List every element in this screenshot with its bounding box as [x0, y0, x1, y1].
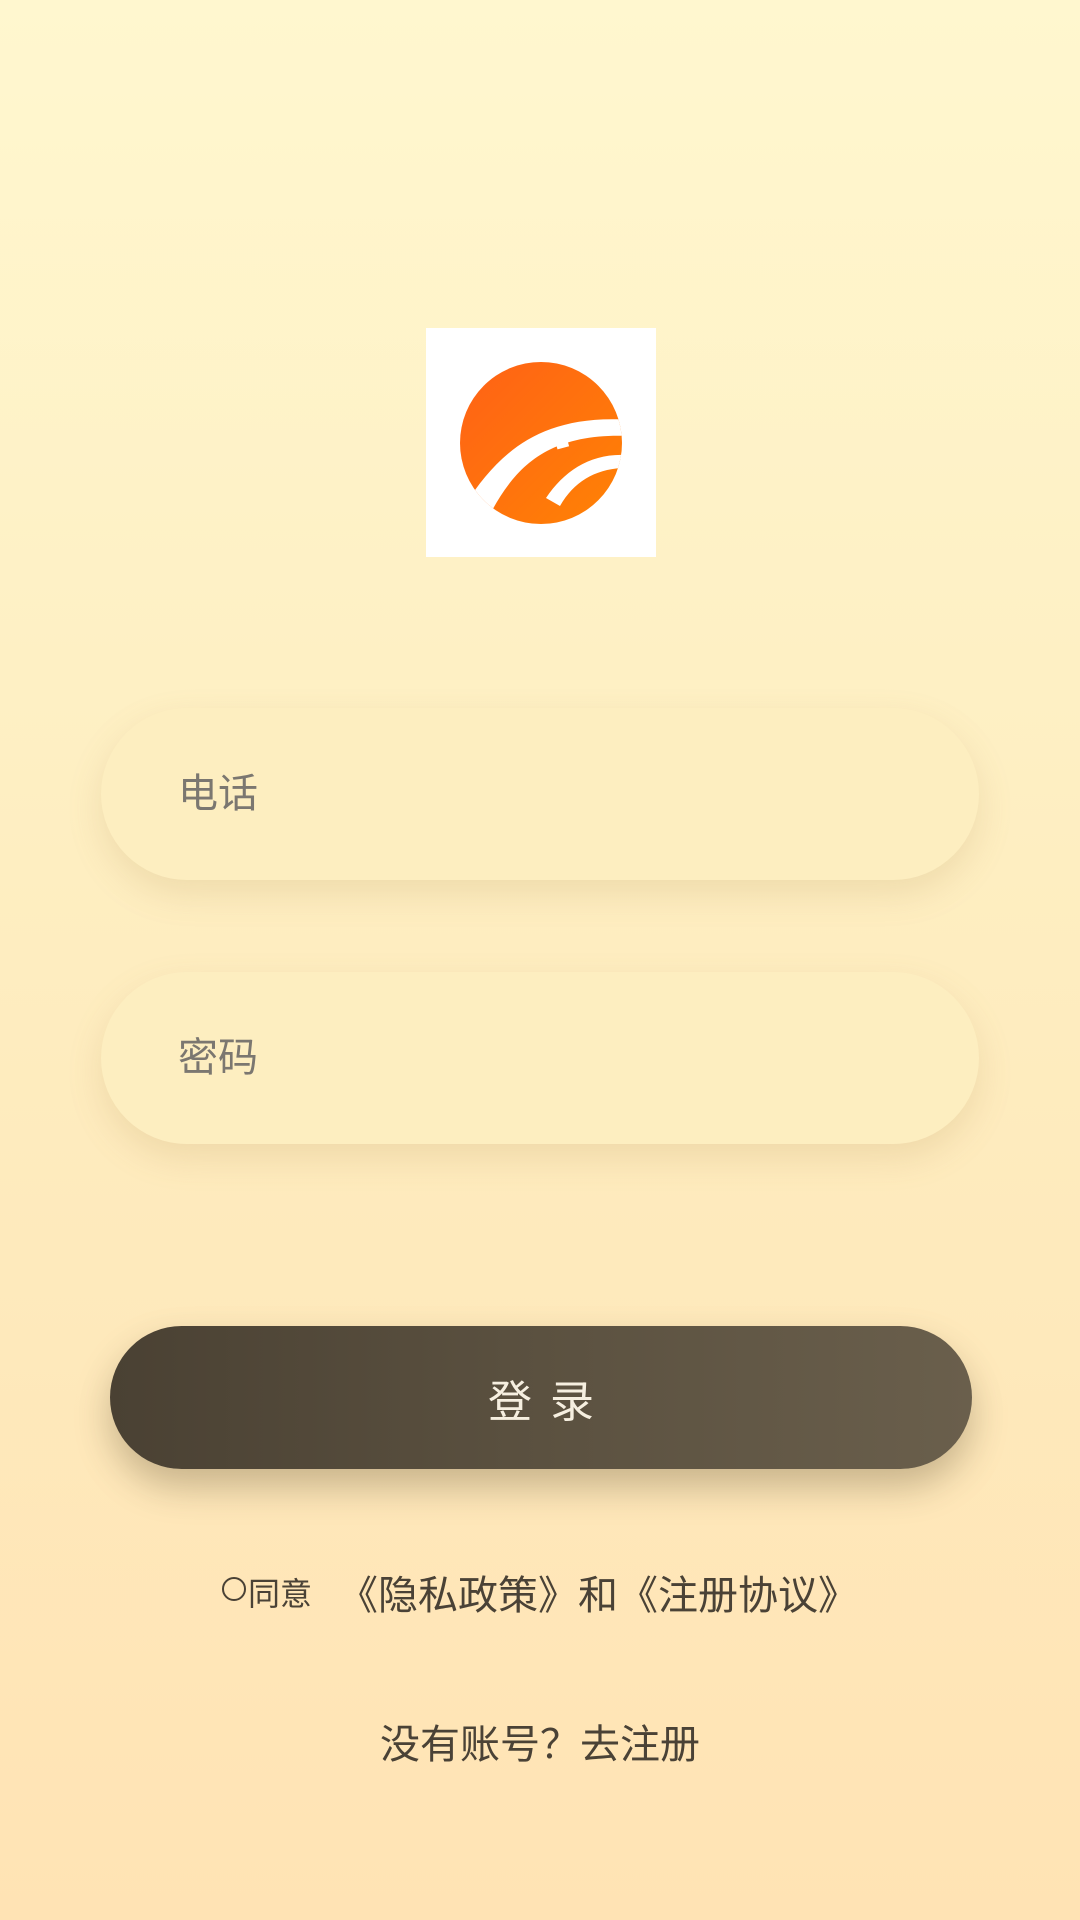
phone-field[interactable] — [101, 707, 979, 881]
password-input[interactable] — [176, 971, 979, 1145]
agree-radio[interactable] — [221, 1577, 246, 1601]
register-link[interactable]: 没有账号？去注册 — [0, 1712, 1080, 1770]
login-button[interactable]: 登录 — [110, 1326, 972, 1469]
agree-label[interactable]: 同意 — [248, 1575, 312, 1613]
password-field[interactable] — [101, 971, 979, 1145]
app-logo — [426, 328, 656, 557]
and-text: 和 — [578, 1573, 618, 1619]
agreement-row: 同意 《隐私政策》和《注册协议》 — [0, 1563, 1080, 1621]
registration-agreement-link[interactable]: 《注册协议》 — [618, 1573, 858, 1619]
phone-input[interactable] — [176, 707, 979, 881]
privacy-policy-link[interactable]: 《隐私政策》 — [338, 1573, 578, 1619]
brand-logo-icon — [460, 362, 622, 524]
